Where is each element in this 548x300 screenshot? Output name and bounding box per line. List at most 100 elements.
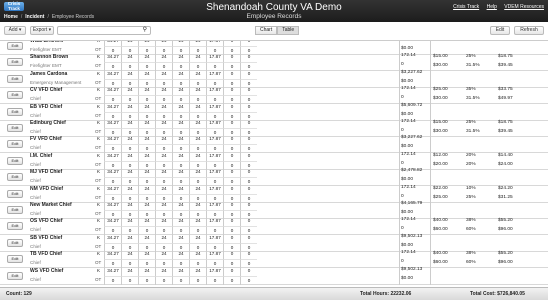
edit-row-button[interactable]: Edit bbox=[7, 173, 23, 182]
loaded-rate: $14.40 bbox=[498, 152, 513, 158]
crisis-track-link[interactable]: Crisis Track bbox=[453, 4, 479, 10]
hours-cell: 24 bbox=[138, 168, 155, 178]
employee-role: Chief bbox=[30, 194, 41, 200]
hours-cell: 0 bbox=[223, 201, 240, 210]
row-total: 172.14 bbox=[401, 151, 416, 157]
row-total: $2,478.82 bbox=[401, 168, 423, 174]
row-total-ot: $0.00 bbox=[401, 111, 414, 117]
loaded-rate: $18.75 bbox=[498, 120, 513, 125]
employee-role: Chief bbox=[30, 161, 41, 167]
pay-rates: $22.00 $25.00 10% 25% $24.20 $31.25 bbox=[431, 185, 548, 203]
search-input[interactable]: ⚲ bbox=[57, 26, 151, 35]
row-total-ot: 0 bbox=[401, 226, 404, 232]
pay-rates bbox=[431, 70, 548, 88]
edit-toolbar-button[interactable]: Edit bbox=[490, 26, 510, 35]
hours-cell: 0 bbox=[223, 69, 240, 79]
hours-cell: 24 bbox=[121, 201, 138, 210]
hours-cell: 24 bbox=[121, 119, 138, 128]
hours-cell: 24 bbox=[172, 266, 189, 276]
edit-row-button[interactable]: Edit bbox=[7, 156, 23, 165]
hours-cell: 0 bbox=[223, 135, 240, 145]
hours-cell: 17.87 bbox=[206, 201, 223, 210]
fringe-pct: 35% bbox=[466, 87, 476, 93]
row-total-ot: $0.00 bbox=[401, 210, 414, 215]
edit-row-button[interactable]: Edit bbox=[7, 255, 23, 264]
row-total-ot: $0.00 bbox=[401, 242, 414, 248]
edit-row-button[interactable]: Edit bbox=[7, 222, 23, 231]
employee-table: Edit WILL BROWN Firefighter EMT K OT 34.27 0 24… bbox=[0, 40, 548, 287]
fringe-pct: 25% bbox=[466, 120, 476, 125]
row-total-ot: $0.00 bbox=[401, 46, 414, 51]
table-view-button[interactable]: Table bbox=[277, 26, 300, 35]
edit-row-button[interactable]: Edit bbox=[7, 140, 23, 149]
employee-name: I.M. Chief bbox=[30, 152, 53, 159]
table-row: Edit SB VFD Chief Chief K OT 34.27 0 24 0 24 0 24 0 2… bbox=[0, 233, 548, 252]
edit-row-button[interactable]: Edit bbox=[7, 91, 23, 100]
hours-cell: 24 bbox=[155, 168, 172, 178]
pay-rates bbox=[431, 267, 548, 285]
edit-row-button[interactable]: Edit bbox=[7, 238, 23, 247]
pay-rate: $15.00 bbox=[433, 120, 448, 125]
help-link[interactable]: Help bbox=[487, 4, 497, 10]
row-label-k: K bbox=[97, 87, 101, 93]
employee-role: Chief bbox=[30, 145, 41, 151]
edit-row-button[interactable]: Edit bbox=[7, 206, 23, 214]
pay-rate: $40.00 bbox=[433, 218, 448, 224]
edit-row-button[interactable]: Edit bbox=[7, 107, 23, 116]
vdem-resources-link[interactable]: VDEM Resources bbox=[504, 4, 544, 10]
employee-name: WILL BROWN bbox=[30, 40, 63, 44]
row-label-ot: OT bbox=[95, 96, 102, 102]
search-icon: ⚲ bbox=[142, 27, 147, 33]
hours-cell: 24 bbox=[155, 102, 172, 112]
employee-name: OS VFD Chief bbox=[30, 218, 63, 225]
hours-cell: 24 bbox=[172, 217, 189, 227]
hours-cell: 0 bbox=[240, 201, 257, 210]
record-count: Count: 129 bbox=[6, 291, 32, 297]
hours-cell: 0 bbox=[240, 53, 257, 63]
hours-cell: 24 bbox=[189, 86, 206, 96]
loaded-rate: $33.75 bbox=[498, 87, 513, 93]
employee-role: Chief bbox=[30, 178, 41, 184]
table-row: Edit James Cardona Emergency Management K OT… bbox=[0, 69, 548, 88]
edit-row-button[interactable]: Edit bbox=[7, 124, 23, 132]
add-button[interactable]: Add ▾ bbox=[4, 26, 26, 35]
hours-cell: 24 bbox=[189, 151, 206, 161]
hours-cell: 0 bbox=[240, 266, 257, 276]
edit-row-button[interactable]: Edit bbox=[7, 74, 23, 83]
employee-role: Firefighter EMT bbox=[30, 63, 62, 69]
row-label-k: K bbox=[97, 234, 101, 240]
table-row: Edit CV VFD Chief Chief K OT 34.27 0 24 0 24 0 24 0 2… bbox=[0, 86, 548, 105]
hours-cell: 24 bbox=[155, 217, 172, 227]
row-total-ot: 0 bbox=[401, 259, 404, 265]
edit-row-button[interactable]: Edit bbox=[7, 42, 23, 50]
edit-row-button[interactable]: Edit bbox=[7, 58, 23, 67]
hours-cell: 24 bbox=[189, 135, 206, 145]
hours-cell: 0 bbox=[240, 168, 257, 178]
ot-cell: 0 bbox=[104, 275, 121, 285]
hours-cell: 17.87 bbox=[206, 53, 223, 63]
hours-cell: 24 bbox=[121, 102, 138, 112]
hours-cell: 24 bbox=[155, 266, 172, 276]
hours-cell: 17.87 bbox=[206, 69, 223, 79]
refresh-button[interactable]: Refresh bbox=[514, 26, 544, 35]
hours-cell: 34.27 bbox=[104, 266, 121, 276]
chart-view-button[interactable]: Chart bbox=[255, 26, 278, 35]
hours-cell: 17.87 bbox=[206, 135, 223, 145]
row-total-ot: 0 bbox=[401, 193, 404, 199]
table-row: Edit EB VFD Chief Chief K OT 34.27 0 24 0 24 0 24 0 2… bbox=[0, 102, 548, 121]
employee-name: Shannon Brown bbox=[30, 54, 69, 61]
loaded-rate: $18.75 bbox=[498, 54, 513, 60]
row-total-ot: 0 bbox=[401, 62, 404, 68]
employee-name: NM VFD Chief bbox=[30, 185, 64, 192]
employee-role: Chief bbox=[30, 211, 41, 216]
edit-row-button[interactable]: Edit bbox=[7, 271, 23, 280]
employee-name: FV VFD Chief bbox=[30, 136, 62, 143]
row-label-ot: OT bbox=[95, 178, 102, 184]
table-row: Edit I.M. Chief Chief K OT 34.27 0 24 0 24 0 24 0 24 0… bbox=[0, 151, 548, 170]
hours-cell: 17.87 bbox=[206, 217, 223, 227]
export-button[interactable]: Export ▾ bbox=[30, 26, 54, 35]
row-total: 172.14 bbox=[401, 184, 416, 190]
view-toggle: Chart Table bbox=[255, 26, 300, 35]
edit-row-button[interactable]: Edit bbox=[7, 189, 23, 198]
ot-cell: 0 bbox=[121, 275, 138, 285]
